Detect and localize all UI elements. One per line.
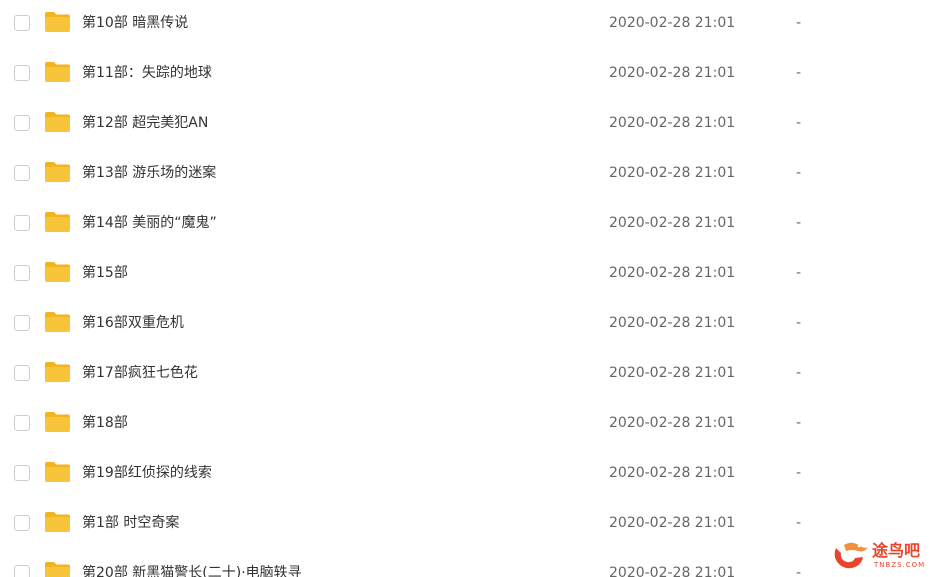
modified-date: 2020-02-28 21:01 [609, 315, 736, 331]
file-size: - [796, 165, 802, 181]
file-name[interactable]: 第14部 美丽的“魔鬼” [82, 214, 217, 232]
row-checkbox[interactable] [14, 215, 30, 231]
bird-logo-icon [830, 540, 870, 572]
file-row[interactable]: 第19部红侦探的线索 2020-02-28 21:01 - [0, 450, 933, 500]
modified-date: 2020-02-28 21:01 [609, 115, 736, 131]
file-size: - [796, 515, 802, 531]
file-size: - [796, 15, 802, 31]
file-size: - [796, 65, 802, 81]
file-row[interactable]: 第1部 时空奇案 2020-02-28 21:01 - [0, 500, 933, 550]
file-row[interactable]: 第16部双重危机 2020-02-28 21:01 - [0, 300, 933, 350]
file-row[interactable]: 第15部 2020-02-28 21:01 - [0, 250, 933, 300]
file-size: - [796, 415, 802, 431]
watermark-title: 途鸟吧 [872, 541, 921, 560]
folder-icon [44, 361, 71, 383]
file-name[interactable]: 第20部 新黑猫警长(二十)·电脑轶寻 [82, 564, 302, 577]
modified-date: 2020-02-28 21:01 [609, 465, 736, 481]
row-checkbox[interactable] [14, 265, 30, 281]
row-checkbox[interactable] [14, 165, 30, 181]
folder-icon [44, 211, 71, 233]
file-name[interactable]: 第12部 超完美犯AN [82, 114, 208, 132]
modified-date: 2020-02-28 21:01 [609, 415, 736, 431]
file-name[interactable]: 第18部 [82, 414, 128, 432]
row-checkbox[interactable] [14, 365, 30, 381]
file-name[interactable]: 第10部 暗黑传说 [82, 14, 188, 32]
file-name[interactable]: 第15部 [82, 264, 128, 282]
file-row[interactable]: 第10部 暗黑传说 2020-02-28 21:01 - [0, 0, 933, 50]
row-checkbox[interactable] [14, 65, 30, 81]
file-list: 第10部 暗黑传说 2020-02-28 21:01 - 第11部：失踪的地球 … [0, 0, 933, 577]
folder-icon [44, 411, 71, 433]
file-size: - [796, 115, 802, 131]
modified-date: 2020-02-28 21:01 [609, 365, 736, 381]
row-checkbox[interactable] [14, 15, 30, 31]
file-row[interactable]: 第12部 超完美犯AN 2020-02-28 21:01 - [0, 100, 933, 150]
folder-icon [44, 111, 71, 133]
file-size: - [796, 315, 802, 331]
folder-icon [44, 511, 71, 533]
file-size: - [796, 365, 802, 381]
row-checkbox[interactable] [14, 115, 30, 131]
row-checkbox[interactable] [14, 465, 30, 481]
folder-icon [44, 311, 71, 333]
folder-icon [44, 561, 71, 577]
folder-icon [44, 161, 71, 183]
file-row[interactable]: 第18部 2020-02-28 21:01 - [0, 400, 933, 450]
row-checkbox[interactable] [14, 565, 30, 577]
watermark-subtitle: TNBZS.COM [874, 561, 926, 569]
file-name[interactable]: 第19部红侦探的线索 [82, 464, 212, 482]
modified-date: 2020-02-28 21:01 [609, 165, 736, 181]
row-checkbox[interactable] [14, 315, 30, 331]
folder-icon [44, 61, 71, 83]
file-row[interactable]: 第14部 美丽的“魔鬼” 2020-02-28 21:01 - [0, 200, 933, 250]
file-row[interactable]: 第17部疯狂七色花 2020-02-28 21:01 - [0, 350, 933, 400]
file-size: - [796, 265, 802, 281]
modified-date: 2020-02-28 21:01 [609, 265, 736, 281]
watermark: 途鸟吧 TNBZS.COM [830, 540, 930, 574]
folder-icon [44, 261, 71, 283]
file-name[interactable]: 第16部双重危机 [82, 314, 184, 332]
file-name[interactable]: 第17部疯狂七色花 [82, 364, 198, 382]
file-name[interactable]: 第1部 时空奇案 [82, 514, 179, 532]
folder-icon [44, 461, 71, 483]
folder-icon [44, 11, 71, 33]
file-size: - [796, 465, 802, 481]
file-row[interactable]: 第20部 新黑猫警长(二十)·电脑轶寻 2020-02-28 21:01 - [0, 550, 933, 577]
file-row[interactable]: 第11部：失踪的地球 2020-02-28 21:01 - [0, 50, 933, 100]
modified-date: 2020-02-28 21:01 [609, 515, 736, 531]
modified-date: 2020-02-28 21:01 [609, 565, 736, 577]
modified-date: 2020-02-28 21:01 [609, 65, 736, 81]
file-name[interactable]: 第11部：失踪的地球 [82, 64, 212, 82]
file-size: - [796, 215, 802, 231]
row-checkbox[interactable] [14, 515, 30, 531]
row-checkbox[interactable] [14, 415, 30, 431]
modified-date: 2020-02-28 21:01 [609, 215, 736, 231]
file-name[interactable]: 第13部 游乐场的迷案 [82, 164, 216, 182]
modified-date: 2020-02-28 21:01 [609, 15, 736, 31]
file-size: - [796, 565, 802, 577]
file-row[interactable]: 第13部 游乐场的迷案 2020-02-28 21:01 - [0, 150, 933, 200]
